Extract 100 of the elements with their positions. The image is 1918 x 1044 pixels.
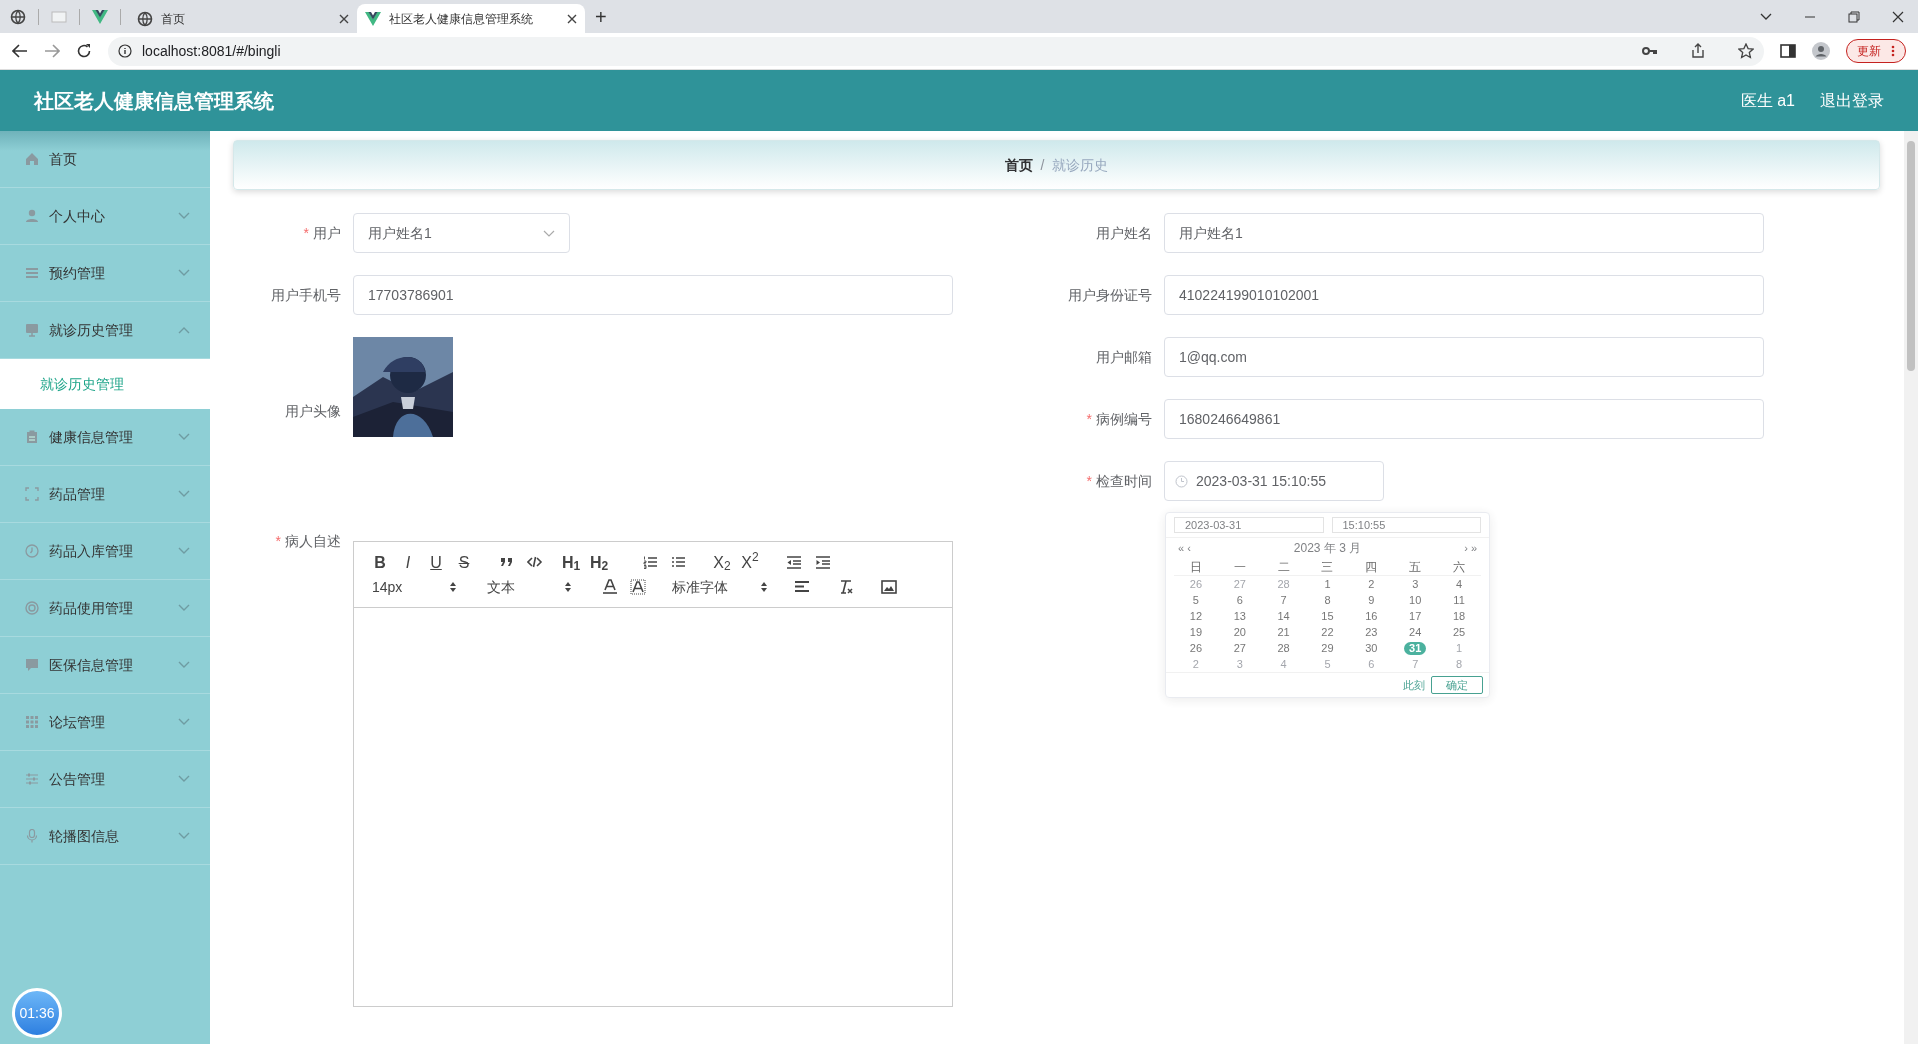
date-input[interactable]: 2023-03-31 <box>1174 517 1324 533</box>
side-panel-icon[interactable] <box>1780 44 1796 58</box>
sidebar-item[interactable]: 公告管理 <box>0 751 210 808</box>
toolbar-button[interactable]: B <box>368 552 392 574</box>
sidebar-item[interactable]: 首页 <box>0 131 210 188</box>
calendar-day[interactable]: 10 <box>1404 593 1427 607</box>
sidebar-item[interactable]: 医保信息管理 <box>0 637 210 694</box>
profile-icon[interactable] <box>1812 42 1830 60</box>
chevron-down-icon[interactable] <box>1760 12 1772 21</box>
sidebar-item[interactable]: 药品使用管理 <box>0 580 210 637</box>
calendar-day[interactable]: 6 <box>1231 593 1248 607</box>
calendar-day[interactable]: 30 <box>1360 641 1383 655</box>
calendar-day[interactable]: 25 <box>1447 625 1471 639</box>
prev-month-button[interactable]: « ‹ <box>1178 539 1191 557</box>
text-color-icon[interactable] <box>602 579 618 595</box>
calendar-day[interactable]: 7 <box>1275 593 1292 607</box>
toolbar-dropdown[interactable]: 文本 <box>487 576 572 598</box>
v-logo-icon[interactable] <box>92 8 108 25</box>
toolbar-button[interactable]: S <box>452 552 476 574</box>
image-icon[interactable] <box>881 579 897 595</box>
calendar-day[interactable]: 16 <box>1360 609 1383 623</box>
toolbar-button[interactable]: H$_{1}$ <box>559 552 583 574</box>
calendar-day[interactable]: 8 <box>1319 593 1336 607</box>
star-icon[interactable] <box>1738 43 1754 59</box>
logout-link[interactable]: 退出登录 <box>1820 88 1884 113</box>
sidebar-item[interactable]: 论坛管理 <box>0 694 210 751</box>
calendar-day[interactable]: 11 <box>1448 593 1470 607</box>
calendar-day[interactable]: 28 <box>1272 577 1295 591</box>
calendar-day[interactable]: 19 <box>1184 625 1208 639</box>
new-tab-button[interactable]: + <box>595 5 607 29</box>
calendar-day[interactable]: 2 <box>1187 657 1204 671</box>
calendar-day[interactable]: 17 <box>1404 609 1427 623</box>
input-field[interactable]: 用户姓名1 <box>1164 213 1764 253</box>
ok-button[interactable]: 确定 <box>1431 676 1483 694</box>
calendar-day[interactable]: 27 <box>1228 641 1251 655</box>
calendar-day[interactable]: 5 <box>1319 657 1336 671</box>
calendar-day[interactable]: 18 <box>1447 609 1471 623</box>
address-bar[interactable]: localhost:8081/#/bingli <box>108 36 1764 66</box>
calendar-day[interactable]: 7 <box>1407 657 1424 671</box>
clear-format-icon[interactable] <box>838 579 854 595</box>
calendar-day[interactable]: 14 <box>1272 609 1295 623</box>
time-input[interactable]: 15:10:55 <box>1331 517 1481 533</box>
forward-icon[interactable] <box>44 44 60 58</box>
calendar-day[interactable]: 1 <box>1451 641 1468 655</box>
calendar-day[interactable]: 22 <box>1316 625 1339 639</box>
outdent-icon[interactable] <box>786 555 802 571</box>
sidebar-item[interactable]: 健康信息管理 <box>0 409 210 466</box>
toolbar-dropdown[interactable]: 14px <box>372 576 457 598</box>
close-icon[interactable] <box>567 13 577 24</box>
calendar-day[interactable]: 21 <box>1272 625 1295 639</box>
calendar-day[interactable]: 24 <box>1404 625 1427 639</box>
calendar-day[interactable]: 4 <box>1451 577 1468 591</box>
back-icon[interactable] <box>12 44 28 58</box>
close-icon[interactable] <box>339 13 349 24</box>
globe-icon[interactable] <box>10 8 26 25</box>
calendar-day[interactable]: 23 <box>1360 625 1383 639</box>
toolbar-dropdown[interactable]: 标准字体 <box>672 576 768 598</box>
reload-icon[interactable] <box>76 43 92 59</box>
restore-icon[interactable] <box>1848 10 1860 23</box>
calendar-day[interactable]: 8 <box>1451 657 1468 671</box>
indent-icon[interactable] <box>815 555 831 571</box>
calendar-day[interactable]: 28 <box>1272 641 1295 655</box>
align-left-icon[interactable] <box>794 579 810 595</box>
browser-tab[interactable]: 社区老人健康信息管理系统 <box>357 4 585 33</box>
calendar-day[interactable]: 20 <box>1228 625 1251 639</box>
close-icon[interactable] <box>1892 10 1904 23</box>
calendar-day[interactable]: 1 <box>1319 577 1336 591</box>
toolbar-button[interactable]: U <box>424 552 448 574</box>
sidebar-subitem[interactable]: 就诊历史管理 <box>0 359 210 409</box>
calendar-day[interactable]: 26 <box>1184 577 1208 591</box>
key-icon[interactable] <box>1642 45 1658 57</box>
calendar-day[interactable]: 3 <box>1407 577 1424 591</box>
input-field[interactable]: 17703786901 <box>353 275 953 315</box>
calendar-day[interactable]: 13 <box>1228 609 1251 623</box>
calendar-day[interactable]: 31 <box>1404 641 1427 655</box>
select-field[interactable]: 用户姓名1 <box>353 213 570 253</box>
calendar-day[interactable]: 3 <box>1231 657 1248 671</box>
calendar-day[interactable]: 2 <box>1363 577 1380 591</box>
share-icon[interactable] <box>1690 43 1706 59</box>
toolbar-button[interactable]: X$_{2}$ <box>710 552 734 574</box>
input-field[interactable]: 1680246649861 <box>1164 399 1764 439</box>
scrollbar-thumb[interactable] <box>1907 141 1915 371</box>
calendar-day[interactable]: 12 <box>1184 609 1208 623</box>
sidebar-item[interactable]: 药品入库管理 <box>0 523 210 580</box>
toolbar-button[interactable]: X$^{2}$ <box>738 552 762 574</box>
input-field[interactable]: 410224199010102001 <box>1164 275 1764 315</box>
calendar-day[interactable]: 29 <box>1316 641 1339 655</box>
calendar-day[interactable]: 27 <box>1228 577 1251 591</box>
breadcrumb-link[interactable]: 首页 <box>1004 154 1033 176</box>
highlight-icon[interactable] <box>630 579 646 595</box>
calendar-day[interactable]: 9 <box>1363 593 1380 607</box>
sidebar-item[interactable]: 药品管理 <box>0 466 210 523</box>
calendar-day[interactable]: 6 <box>1363 657 1380 671</box>
date-field[interactable]: 2023-03-31 15:10:55 <box>1164 461 1384 501</box>
calendar-day[interactable]: 15 <box>1316 609 1339 623</box>
toolbar-button[interactable]: I <box>396 552 420 574</box>
calendar-day[interactable]: 5 <box>1187 593 1204 607</box>
sidebar-item[interactable]: 预约管理 <box>0 245 210 302</box>
next-month-button[interactable]: › » <box>1464 539 1477 557</box>
sidebar-item[interactable]: 轮播图信息 <box>0 808 210 865</box>
